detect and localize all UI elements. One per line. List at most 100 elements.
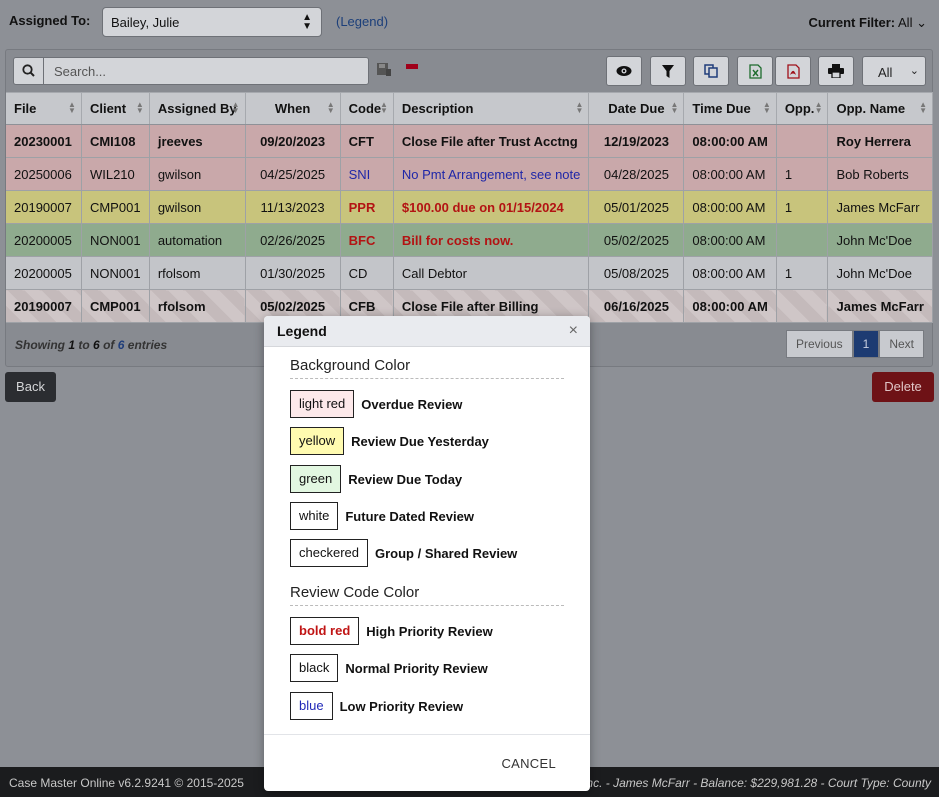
close-icon[interactable]: × <box>569 322 578 340</box>
column-header-opp-name[interactable]: Opp. Name ▲ ▼ <box>827 92 933 125</box>
cell-opp: 1 <box>776 157 829 191</box>
print-button[interactable] <box>818 56 854 86</box>
print-icon <box>828 64 844 81</box>
cell-assigned-by: rfolsom <box>149 256 246 290</box>
review-code-color-heading: Review Code Color <box>290 584 564 606</box>
cell-code: CFT <box>340 124 394 158</box>
previous-page-button[interactable]: Previous <box>785 330 853 358</box>
cell-assigned-by: jreeves <box>149 124 246 158</box>
cell-date-due: 12/19/2023 <box>588 124 685 158</box>
chevron-down-icon: ⌄ <box>916 15 927 30</box>
cell-assigned-by: gwilson <box>149 157 246 191</box>
column-header-assigned-by[interactable]: Assigned By ▲ ▼ <box>149 92 246 125</box>
legend-label: Group / Shared Review <box>374 545 518 561</box>
column-header-code[interactable]: Code ▲ ▼ <box>340 92 394 125</box>
column-header-file[interactable]: File ▲ ▼ <box>6 92 82 125</box>
pagination: Previous 1 Next <box>785 330 924 358</box>
chevron-down-icon: ⌄ <box>909 65 919 77</box>
cell-description: Close File after Trust Acctng <box>393 124 590 158</box>
cell-time-due: 08:00:00 AM <box>683 124 777 158</box>
legend-link[interactable]: (Legend) <box>336 14 388 29</box>
column-header-opp[interactable]: Opp. ▲ ▼ <box>776 92 829 125</box>
remove-filter-icon[interactable] <box>406 64 418 69</box>
page-button-1[interactable]: 1 <box>852 330 880 358</box>
cell-time-due: 08:00:00 AM <box>683 289 777 323</box>
save-filter-icon[interactable] <box>376 62 392 80</box>
excel-export-button[interactable] <box>737 56 773 86</box>
pdf-export-button[interactable] <box>775 56 811 86</box>
modal-title: Legend <box>277 323 327 339</box>
cell-assigned-by: gwilson <box>149 190 246 224</box>
filter-button[interactable] <box>650 56 686 86</box>
delete-button[interactable]: Delete <box>872 372 934 402</box>
cell-file: 20250006 <box>6 157 82 191</box>
cell-when: 02/26/2025 <box>245 223 341 257</box>
cell-file: 20200005 <box>6 256 82 290</box>
cell-description: $100.00 due on 01/15/2024 <box>393 190 590 224</box>
swatch-white: white <box>290 502 339 530</box>
cell-description: No Pmt Arrangement, see note <box>393 157 590 191</box>
pdf-icon <box>786 64 800 82</box>
column-header-date-due[interactable]: Date Due ▲ ▼ <box>588 92 685 125</box>
page-length-value: All <box>878 65 893 80</box>
table-row[interactable]: 20250006 WIL210 gwilson 04/25/2025 SNI N… <box>6 157 933 191</box>
column-header-time-due[interactable]: Time Due ▲ ▼ <box>683 92 777 125</box>
column-visibility-button[interactable] <box>606 56 642 86</box>
column-header-when[interactable]: When ▲ ▼ <box>245 92 341 125</box>
next-page-button[interactable]: Next <box>879 330 924 358</box>
cell-when: 11/13/2023 <box>245 190 341 224</box>
search-input[interactable]: Search... <box>13 57 369 85</box>
cell-when: 09/20/2023 <box>245 124 341 158</box>
background-color-heading: Background Color <box>290 357 564 379</box>
cell-opp <box>776 223 829 257</box>
table-row[interactable]: 20190007 CMP001 gwilson 11/13/2023 PPR $… <box>6 190 933 224</box>
cell-opp-name: Bob Roberts <box>827 157 933 191</box>
modal-footer: CANCEL <box>264 734 590 791</box>
version-text: Case Master Online v6.2.9241 © 2015-2025 <box>9 776 244 790</box>
cell-file: 20200005 <box>6 223 82 257</box>
swatch-light-red: light red <box>290 390 355 418</box>
cell-time-due: 08:00:00 AM <box>683 256 777 290</box>
cell-time-due: 08:00:00 AM <box>683 223 777 257</box>
cell-opp <box>776 289 829 323</box>
cell-client: WIL210 <box>81 157 150 191</box>
legend-modal: Legend × Background Color light red Over… <box>264 316 590 791</box>
legend-item-today: green Review Due Today <box>290 465 462 493</box>
page-length-select[interactable]: All ⌄ <box>862 56 926 86</box>
excel-icon <box>748 64 762 82</box>
legend-label: Review Due Yesterday <box>351 433 489 449</box>
legend-item-low-priority: blue Low Priority Review <box>290 692 463 720</box>
cell-code: CD <box>340 256 394 290</box>
current-filter-label: Current Filter: <box>808 15 896 30</box>
back-button[interactable]: Back <box>5 372 56 402</box>
reviews-table: File ▲ ▼ Client ▲ ▼ Assigned By ▲ ▼ When ▲ ▼ Cod… <box>6 92 933 323</box>
cell-assigned-by: automation <box>149 223 246 257</box>
cell-description: Call Debtor <box>393 256 590 290</box>
legend-item-yesterday: yellow Review Due Yesterday <box>290 427 489 455</box>
table-row[interactable]: 20200005 NON001 automation 02/26/2025 BF… <box>6 223 933 257</box>
legend-item-future: white Future Dated Review <box>290 502 474 530</box>
cell-time-due: 08:00:00 AM <box>683 157 777 191</box>
cancel-button[interactable]: CANCEL <box>501 756 556 771</box>
cell-assigned-by: rfolsom <box>149 289 246 323</box>
cell-client: NON001 <box>81 256 150 290</box>
column-header-description[interactable]: Description ▲ ▼ <box>393 92 590 125</box>
select-arrows-icon: ▲ ▼ <box>302 12 312 32</box>
copy-button[interactable] <box>693 56 729 86</box>
cell-file: 20190007 <box>6 190 82 224</box>
current-filter[interactable]: Current Filter: All ⌄ <box>808 15 927 31</box>
cell-date-due: 05/01/2025 <box>588 190 685 224</box>
cell-when: 01/30/2025 <box>245 256 341 290</box>
legend-item-overdue: light red Overdue Review <box>290 390 462 418</box>
table-info: Showing 1 to 6 of 6 entries <box>15 338 168 352</box>
eye-icon <box>616 64 632 80</box>
assigned-to-value: Bailey, Julie <box>111 15 180 30</box>
cell-code: PPR <box>340 190 394 224</box>
assigned-to-select[interactable]: Bailey, Julie ▲ ▼ <box>102 7 322 37</box>
table-row[interactable]: 20230001 CMI108 jreeves 09/20/2023 CFT C… <box>6 124 933 158</box>
column-header-client[interactable]: Client ▲ ▼ <box>81 92 150 125</box>
cell-client: CMP001 <box>81 190 150 224</box>
table-row[interactable]: 20200005 NON001 rfolsom 01/30/2025 CD Ca… <box>6 256 933 290</box>
cell-opp-name: James McFarr <box>827 190 933 224</box>
cell-time-due: 08:00:00 AM <box>683 190 777 224</box>
